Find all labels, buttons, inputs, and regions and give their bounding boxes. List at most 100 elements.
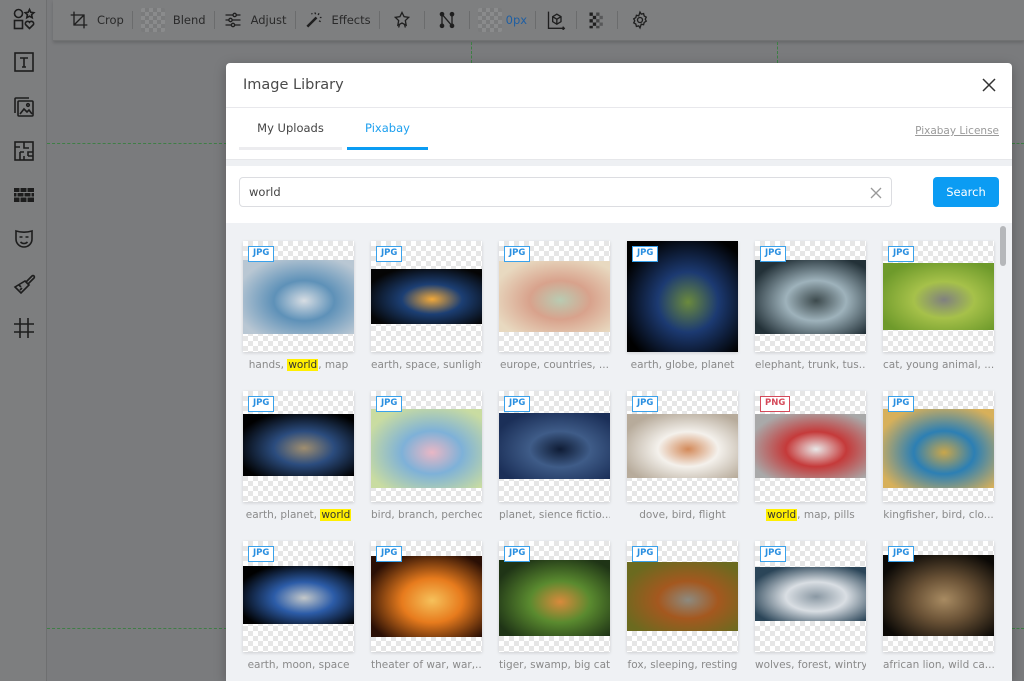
image-result-card[interactable]: JPG elephant, trunk, tus... — [755, 241, 866, 376]
format-badge: JPG — [760, 546, 787, 562]
gear-icon — [632, 10, 648, 30]
canvas-guide-vertical — [777, 42, 778, 63]
search-term-highlight: world — [766, 509, 798, 521]
image-thumbnail: JPG — [371, 391, 482, 502]
search-button[interactable]: Search — [933, 177, 999, 207]
sliders-icon — [225, 12, 241, 28]
text-box-icon — [14, 52, 34, 72]
format-badge: JPG — [760, 246, 787, 262]
sidebar-item-text[interactable] — [12, 50, 36, 74]
results-scrollbar[interactable] — [1000, 226, 1006, 266]
border-width-value: 0px — [505, 13, 528, 27]
image-thumbnail: JPG — [243, 541, 354, 652]
image-result-card[interactable]: PNG world, map, pills — [755, 391, 866, 526]
canvas-guide-horizontal — [47, 143, 227, 144]
sidebar-item-pattern[interactable] — [12, 139, 36, 163]
effects-label: Effects — [331, 13, 371, 27]
image-caption: tiger, swamp, big cat — [499, 659, 610, 671]
image-result-card[interactable]: JPG hands, world, map — [243, 241, 354, 376]
format-badge: JPG — [248, 546, 275, 562]
image-preview — [755, 567, 866, 621]
image-result-card[interactable]: JPG earth, planet, world — [243, 391, 354, 526]
image-result-card[interactable]: JPG earth, space, sunlight — [371, 241, 482, 376]
effects-button[interactable]: Effects — [296, 0, 379, 41]
image-thumbnail: JPG — [243, 241, 354, 352]
sidebar-item-grid[interactable] — [12, 316, 36, 340]
image-caption: elephant, trunk, tus... — [755, 359, 866, 371]
image-result-card[interactable]: JPG african lion, wild ca... — [883, 541, 994, 676]
format-badge: JPG — [376, 396, 403, 412]
image-caption: earth, globe, planet — [630, 359, 735, 371]
image-caption: wolves, forest, wintry — [755, 659, 866, 671]
format-badge: JPG — [632, 546, 659, 562]
image-result-card[interactable]: JPG earth, globe, planet — [627, 241, 738, 376]
image-result-card[interactable]: JPG tiger, swamp, big cat — [499, 541, 610, 676]
image-result-card[interactable]: JPG bird, branch, perched — [371, 391, 482, 526]
close-button[interactable] — [980, 76, 998, 94]
image-result-card[interactable]: JPG europe, countries, ... — [499, 241, 610, 376]
image-thumbnail: JPG — [371, 241, 482, 352]
image-thumbnail: JPG — [243, 391, 354, 502]
settings-button[interactable] — [618, 0, 662, 41]
sidebar-item-shapes[interactable] — [12, 7, 36, 31]
grid-icon — [14, 318, 34, 338]
search-input[interactable] — [240, 178, 860, 206]
image-thumbnail: JPG — [755, 541, 866, 652]
format-badge: PNG — [760, 396, 791, 412]
border-width-button[interactable]: 0px — [470, 0, 535, 41]
image-result-card[interactable]: JPG kingfisher, bird, clo... — [883, 391, 994, 526]
crop-label: Crop — [97, 13, 124, 27]
image-result-card[interactable]: JPG theater of war, war,... — [371, 541, 482, 676]
image-result-card[interactable]: JPG cat, young animal, ... — [883, 241, 994, 376]
image-caption: bird, branch, perched — [371, 509, 482, 521]
image-thumbnail: JPG — [499, 541, 610, 652]
clear-search-button[interactable] — [869, 185, 883, 199]
blend-button[interactable]: Blend — [133, 0, 214, 41]
crop-button[interactable]: Crop — [61, 0, 132, 41]
sticker-button[interactable] — [380, 0, 424, 41]
format-badge: JPG — [376, 546, 403, 562]
magic-wand-icon — [305, 12, 322, 28]
sidebar-item-mask[interactable] — [12, 227, 36, 251]
image-preview — [755, 260, 866, 334]
image-preview — [243, 260, 354, 334]
image-preview — [371, 409, 482, 488]
format-badge: JPG — [504, 246, 531, 262]
search-term-highlight: world — [320, 509, 352, 521]
left-sidebar — [0, 0, 47, 681]
image-gallery-icon — [14, 97, 34, 117]
image-preview — [883, 263, 994, 330]
image-result-card[interactable]: JPG wolves, forest, wintry — [755, 541, 866, 676]
tab-my-uploads[interactable]: My Uploads — [239, 108, 342, 150]
path-nodes-button[interactable] — [425, 0, 469, 41]
adjust-button[interactable]: Adjust — [215, 0, 295, 41]
tab-pixabay[interactable]: Pixabay — [347, 108, 428, 150]
opacity-button[interactable] — [577, 0, 617, 41]
image-result-card[interactable]: JPG planet, sience fictio... — [499, 391, 610, 526]
sidebar-item-texture[interactable] — [12, 183, 36, 207]
image-thumbnail: JPG — [371, 541, 482, 652]
3d-transform-button[interactable] — [536, 0, 576, 41]
image-preview — [499, 261, 610, 332]
format-badge: JPG — [504, 546, 531, 562]
sidebar-item-paint[interactable] — [12, 272, 36, 296]
image-thumbnail: JPG — [883, 241, 994, 352]
image-thumbnail: JPG — [499, 241, 610, 352]
format-badge: JPG — [632, 396, 659, 412]
pixabay-license-link[interactable]: Pixabay License — [915, 125, 999, 137]
transparency-swatch-icon — [140, 8, 165, 32]
sidebar-item-images[interactable] — [12, 95, 36, 119]
canvas-guide-vertical — [471, 42, 472, 63]
flower-star-icon — [393, 11, 410, 28]
image-caption: cat, young animal, ... — [883, 359, 994, 371]
image-result-card[interactable]: JPG earth, moon, space — [243, 541, 354, 676]
mask-icon — [15, 229, 33, 248]
image-preview — [371, 269, 482, 324]
image-result-card[interactable]: JPG fox, sleeping, resting — [627, 541, 738, 676]
image-caption: african lion, wild ca... — [883, 659, 994, 671]
image-preview — [627, 562, 738, 631]
image-caption: fox, sleeping, resting — [627, 659, 738, 671]
image-result-card[interactable]: JPG dove, bird, flight — [627, 391, 738, 526]
image-caption: europe, countries, ... — [500, 359, 609, 371]
image-preview — [243, 414, 354, 476]
